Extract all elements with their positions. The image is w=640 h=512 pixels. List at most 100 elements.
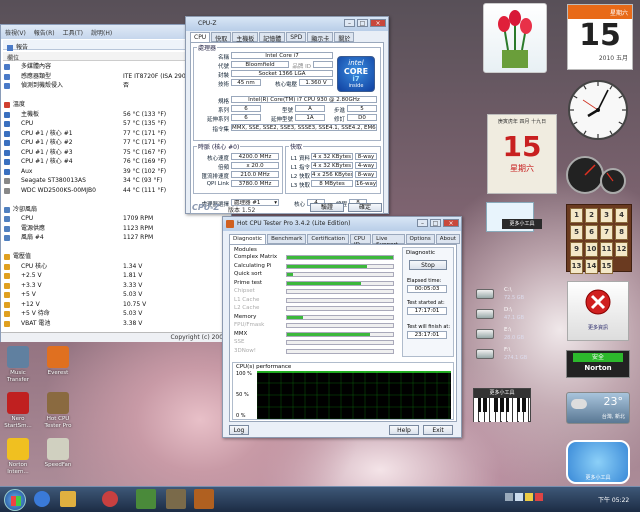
- start-button[interactable]: [4, 489, 26, 511]
- help-button[interactable]: Help: [389, 425, 419, 435]
- desktop-icon[interactable]: Nero StartSm...: [2, 392, 34, 430]
- puzzle-tile[interactable]: 13: [570, 259, 583, 274]
- hotcpu-taskbar-icon[interactable]: [194, 489, 214, 509]
- puzzle-tile[interactable]: 7: [600, 225, 613, 240]
- puzzle-tile[interactable]: 8: [615, 225, 628, 240]
- drive-item[interactable]: F:\ 274.1 GB: [470, 345, 552, 367]
- piano-black-key[interactable]: [516, 398, 521, 412]
- tab-mainboard[interactable]: 主機板: [232, 32, 259, 43]
- tab-memory[interactable]: 記憶體: [259, 32, 286, 43]
- module-label[interactable]: Calculating Pi: [234, 263, 271, 269]
- puzzle-tile[interactable]: 4: [615, 208, 628, 223]
- lunar-calendar-gadget[interactable]: 庚寅虎年 四月 十九日 15 星期六: [487, 114, 557, 194]
- tab-about[interactable]: 關於: [334, 32, 355, 43]
- module-label[interactable]: Prime test: [234, 280, 262, 286]
- module-label[interactable]: Complex Matrix: [234, 254, 277, 260]
- cpuz-titlebar[interactable]: CPU-Z – □ ×: [186, 17, 388, 31]
- more-gadgets-logo[interactable]: 更多小工具: [566, 440, 630, 484]
- puzzle-tile[interactable]: 1: [570, 208, 583, 223]
- calendar-gadget[interactable]: 星期六 15 2010 五月: [567, 4, 633, 70]
- minimize-button[interactable]: –: [344, 19, 355, 27]
- menu-report[interactable]: 報告(R): [34, 28, 55, 37]
- puzzle-tile[interactable]: 6: [585, 225, 598, 240]
- drive-item[interactable]: E:\ 28.0 GB: [470, 325, 552, 347]
- security-more-info[interactable]: 更多資訊: [568, 324, 628, 331]
- sensor-row[interactable]: +2.5 V 1.81 V: [1, 271, 231, 281]
- menu-tools[interactable]: 工具(T): [63, 28, 83, 37]
- piano-black-key[interactable]: [522, 398, 526, 412]
- module-label[interactable]: Chipset: [234, 288, 255, 294]
- ok-button[interactable]: 確定: [348, 203, 382, 212]
- piano-gadget[interactable]: 更多小工具: [473, 388, 531, 422]
- more-tools-label[interactable]: 更多小工具: [502, 219, 542, 229]
- tab-certification[interactable]: Certification: [307, 234, 349, 244]
- hotcpu-titlebar[interactable]: Hot CPU Tester Pro 3.4.2 (Lite Edition) …: [223, 217, 461, 231]
- module-label[interactable]: L2 Cache: [234, 305, 259, 311]
- module-label[interactable]: MMX: [234, 331, 247, 337]
- cpuz-taskbar-icon[interactable]: [166, 489, 186, 509]
- stop-button[interactable]: Stop: [409, 260, 447, 270]
- sensor-row[interactable]: 風扇 #4 1127 RPM: [1, 233, 231, 243]
- piano-black-key[interactable]: [505, 398, 510, 412]
- desktop-icon[interactable]: Music Transfer: [2, 346, 34, 384]
- menu-view[interactable]: 檢視(V): [5, 28, 26, 37]
- security-gadget[interactable]: 更多資訊: [567, 281, 629, 341]
- explorer-taskbar-icon[interactable]: [60, 491, 76, 507]
- sensor-row[interactable]: +5 V 5.03 V: [1, 290, 231, 300]
- analog-clock-gadget[interactable]: [566, 78, 630, 142]
- puzzle-tile[interactable]: 9: [570, 242, 583, 257]
- desktop-icon[interactable]: Norton Intern...: [2, 438, 34, 476]
- puzzle-tile[interactable]: 3: [600, 208, 613, 223]
- puzzle-tile[interactable]: 10: [585, 242, 598, 257]
- tab-cache[interactable]: 快取: [211, 32, 232, 43]
- tulip-photo-gadget[interactable]: [483, 3, 547, 73]
- piano-black-key[interactable]: [500, 398, 504, 412]
- close-button[interactable]: ×: [370, 19, 386, 27]
- drive-item[interactable]: C:\ 72.5 GB: [470, 285, 552, 307]
- sensor-row[interactable]: CPU 核心 1.34 V: [1, 262, 231, 272]
- puzzle-tile[interactable]: 2: [585, 208, 598, 223]
- minimize-button[interactable]: –: [417, 219, 428, 227]
- system-tray[interactable]: [505, 493, 575, 505]
- tab-graphics[interactable]: 顯示卡: [307, 32, 334, 43]
- piano-black-key[interactable]: [494, 398, 498, 412]
- module-label[interactable]: Quick sort: [234, 271, 262, 277]
- module-label[interactable]: Memory: [234, 314, 256, 320]
- tab-cpu-id[interactable]: CPU ID: [349, 234, 372, 248]
- drives-gadget[interactable]: C:\ 72.5 GB D:\ 47.1 GB E:\ 28.0 GB F:\ 274.1 G…: [470, 285, 560, 375]
- puzzle-tile[interactable]: 15: [600, 259, 613, 274]
- sensor-row[interactable]: +12 V 10.75 V: [1, 300, 231, 310]
- taskbar-clock[interactable]: 下午 05:22: [598, 495, 629, 504]
- exit-button[interactable]: Exit: [423, 425, 453, 435]
- piano-black-key[interactable]: [477, 398, 482, 412]
- desktop-icon[interactable]: Hot CPU Tester Pro: [42, 392, 74, 430]
- cpu-meter-gadget[interactable]: [563, 153, 629, 197]
- desktop-icon[interactable]: SpeedFan: [42, 438, 74, 469]
- close-button[interactable]: ×: [443, 219, 459, 227]
- module-label[interactable]: L1 Cache: [234, 297, 259, 303]
- sensor-row[interactable]: CPU 1709 RPM: [1, 214, 231, 224]
- tab-cpu[interactable]: CPU: [190, 32, 211, 42]
- validate-button[interactable]: 驗證: [310, 203, 344, 212]
- module-label[interactable]: SSE: [234, 339, 244, 345]
- maximize-button[interactable]: □: [430, 219, 441, 227]
- ie-taskbar-icon[interactable]: [34, 491, 50, 507]
- module-label[interactable]: 3DNow!: [234, 348, 256, 354]
- puzzle-tile[interactable]: 12: [615, 242, 628, 257]
- tab-spd[interactable]: SPD: [286, 32, 307, 42]
- norton-gadget[interactable]: 安全 Norton: [566, 350, 630, 378]
- number-puzzle-gadget[interactable]: 1 2 3 4 5 6 7 8 9 10 11 12 13 14 15: [566, 204, 632, 274]
- sensor-row[interactable]: 電源供應 1123 RPM: [1, 224, 231, 234]
- module-label[interactable]: FPU/Fmask: [234, 322, 264, 328]
- sensor-row[interactable]: VBAT 電池 3.38 V: [1, 319, 231, 329]
- puzzle-tile[interactable]: 14: [585, 259, 598, 274]
- drive-item[interactable]: D:\ 47.1 GB: [470, 305, 552, 327]
- tab-diagnostic[interactable]: Diagnostic: [229, 234, 267, 244]
- piano-black-key[interactable]: [483, 398, 487, 412]
- everest-taskbar-icon[interactable]: [136, 489, 156, 509]
- log-button[interactable]: Log: [229, 425, 249, 435]
- menu-help[interactable]: 說明(H): [91, 28, 112, 37]
- sensor-row[interactable]: +3.3 V 3.33 V: [1, 281, 231, 291]
- tab-benchmark[interactable]: Benchmark: [267, 234, 307, 244]
- desktop-icon[interactable]: Everest: [42, 346, 74, 377]
